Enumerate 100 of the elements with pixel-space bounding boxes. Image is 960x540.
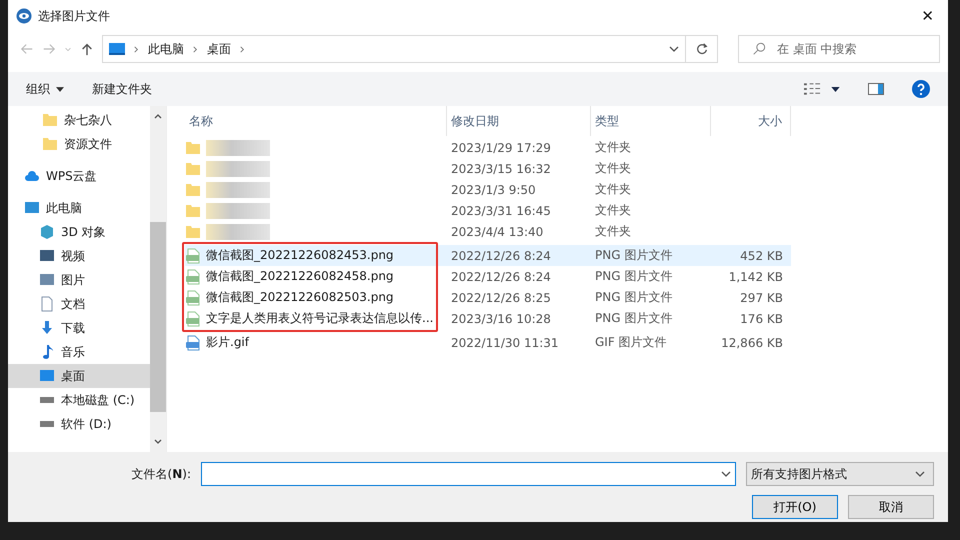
date-cell-text: 2022/12/26 8:24 — [450, 248, 552, 262]
file-name[interactable]: 影片.gif — [206, 334, 249, 351]
nav-icon — [42, 112, 58, 128]
date-cell-text: 2022/11/30 11:31 — [450, 336, 560, 350]
column-header[interactable]: 类型 — [591, 106, 711, 136]
refresh-button[interactable] — [686, 35, 718, 63]
scroll-up-icon[interactable] — [153, 112, 163, 120]
dropdown-caret-icon[interactable] — [721, 469, 731, 479]
nav-item[interactable]: 软件 (D:) — [8, 412, 150, 436]
file-name[interactable]: 文字是人类用表义符号记录表达信息以传... — [206, 310, 434, 327]
dialog-button[interactable]: 打开(O) — [752, 495, 838, 519]
date-cell-text: 2023/1/3 9:50 — [450, 182, 537, 196]
nav-icon — [39, 420, 55, 428]
nav-item[interactable]: 视频 — [8, 244, 150, 268]
scrollbar-thumb[interactable] — [150, 222, 166, 412]
type-cell-text: PNG 图片文件 — [594, 289, 674, 306]
preview-pane-icon[interactable] — [868, 83, 884, 95]
new-folder-button[interactable]: 新建文件夹 — [92, 80, 152, 98]
dropdown-caret-icon[interactable] — [669, 44, 679, 54]
refresh-icon — [694, 42, 708, 56]
type-cell-text: 文件夹 — [594, 139, 632, 156]
view-options-icon[interactable] — [804, 82, 821, 96]
nav-item[interactable]: 音乐 — [8, 340, 150, 364]
image-file-icon — [185, 268, 201, 284]
column-header[interactable]: 大小 — [711, 106, 791, 136]
image-file-icon — [185, 290, 201, 306]
folder-icon — [185, 224, 201, 240]
date-cell-text: 2023/4/4 13:40 — [450, 224, 544, 238]
size-cell-text: 176 KB — [739, 312, 784, 326]
size-cell-text: 12,866 KB — [720, 336, 784, 350]
nav-item[interactable]: 下载 — [8, 316, 150, 340]
image-file-icon — [185, 248, 201, 264]
monitor-icon — [109, 43, 125, 55]
size-cell-text: 452 KB — [739, 248, 784, 262]
nav-item[interactable]: WPS云盘 — [8, 164, 150, 188]
address-bar[interactable]: 此电脑 桌面 — [102, 35, 686, 63]
size-cell-text: 297 KB — [739, 290, 784, 304]
nav-item[interactable]: 此电脑 — [8, 196, 150, 220]
file-type-dropdown[interactable]: 所有支持图片格式 — [746, 462, 934, 486]
filename-field[interactable] — [201, 462, 736, 486]
scroll-down-icon[interactable] — [153, 438, 163, 446]
nav-icon — [39, 368, 55, 384]
dialog-button[interactable]: 取消 — [848, 495, 934, 519]
type-cell-text: 文件夹 — [594, 160, 632, 177]
date-cell-text: 2023/3/31 16:45 — [450, 204, 552, 218]
caret-icon — [56, 86, 64, 92]
chevron-icon — [192, 46, 199, 52]
up-arrow-icon[interactable] — [80, 42, 94, 56]
nav-item[interactable]: 本地磁盘 (C:) — [8, 388, 150, 412]
nav-icon — [39, 320, 55, 336]
file-name[interactable]: 微信截图_20221226082503.png — [206, 289, 394, 306]
nav-item[interactable]: 图片 — [8, 268, 150, 292]
nav-icon — [24, 200, 40, 216]
view-caret-icon[interactable] — [831, 86, 840, 92]
type-cell-text: 文件夹 — [594, 223, 632, 240]
nav-item[interactable]: 3D 对象 — [8, 220, 150, 244]
organize-menu[interactable]: 组织 — [26, 80, 64, 98]
nav-icon — [39, 272, 55, 288]
breadcrumb[interactable]: 桌面 — [207, 40, 231, 58]
nav-icon — [39, 396, 55, 404]
file-name[interactable]: 微信截图_20221226082458.png — [206, 268, 394, 285]
nav-item[interactable]: 资源文件 — [8, 132, 150, 156]
filename-label: 文件名(N): — [132, 466, 191, 482]
type-cell-text: 文件夹 — [594, 202, 632, 219]
folder-icon — [185, 202, 201, 218]
date-cell-text: 2023/1/29 17:29 — [450, 140, 552, 154]
column-header[interactable]: 名称 — [185, 106, 447, 136]
date-cell-text: 2023/3/16 10:28 — [450, 312, 552, 326]
size-cell-text: 1,142 KB — [728, 270, 784, 284]
image-file-icon — [185, 334, 201, 350]
nav-icon — [39, 296, 55, 312]
type-cell-text: PNG 图片文件 — [594, 268, 674, 285]
type-cell-text: PNG 图片文件 — [594, 310, 674, 327]
folder-icon — [185, 182, 201, 198]
nav-icon — [24, 168, 40, 184]
breadcrumb[interactable]: 此电脑 — [148, 40, 184, 58]
nav-item[interactable]: 桌面 — [8, 364, 150, 388]
nav-item[interactable]: 文档 — [8, 292, 150, 316]
caret-icon — [915, 469, 925, 479]
search-icon — [752, 42, 766, 56]
window-title: 选择图片文件 — [38, 8, 111, 24]
search-field[interactable]: 在 桌面 中搜索 — [738, 35, 940, 63]
date-cell-text: 2022/12/26 8:25 — [450, 290, 552, 304]
type-cell-text: PNG 图片文件 — [594, 247, 674, 264]
help-icon[interactable] — [912, 80, 930, 98]
column-header[interactable]: 修改日期 — [447, 106, 591, 136]
nav-item[interactable]: 杂七杂八 — [8, 108, 150, 132]
app-logo-icon — [16, 8, 32, 24]
folder-icon — [185, 140, 201, 156]
nav-icon — [39, 248, 55, 264]
date-cell-text: 2023/3/15 16:32 — [450, 162, 552, 176]
nav-icon — [39, 224, 55, 240]
nav-icon — [42, 136, 58, 152]
file-name[interactable]: 微信截图_20221226082453.png — [206, 247, 394, 264]
folder-icon — [185, 160, 201, 176]
image-file-icon — [185, 310, 201, 326]
date-cell-text: 2022/12/26 8:24 — [450, 270, 552, 284]
close-button[interactable]: ✕ — [915, 7, 940, 25]
type-cell-text: GIF 图片文件 — [594, 334, 668, 351]
chevron-icon — [239, 46, 246, 52]
